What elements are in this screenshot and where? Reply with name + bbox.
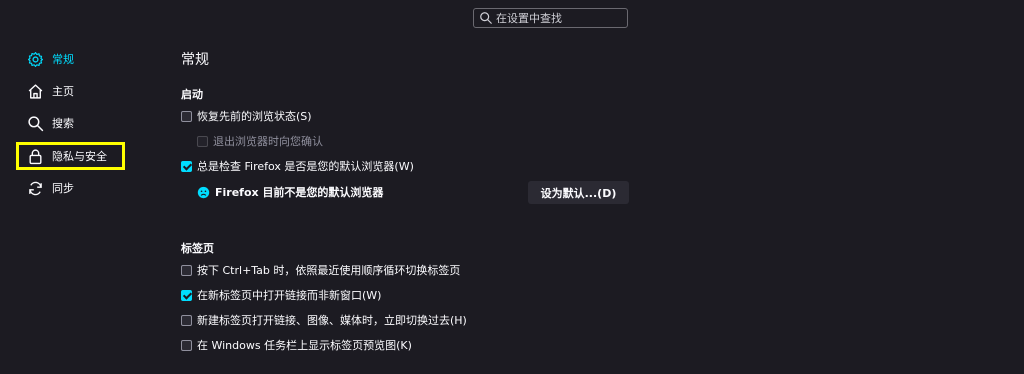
- search-input[interactable]: [493, 11, 627, 25]
- tabs-heading: 标签页: [181, 242, 214, 255]
- warn-on-quit-checkbox[interactable]: [197, 135, 208, 147]
- switch-to-new-tab-option[interactable]: 新建标签页打开链接、图像、媒体时，立即切换过去(H): [181, 312, 467, 328]
- taskbar-previews-checkbox[interactable]: [181, 339, 192, 351]
- search-icon: [480, 12, 492, 24]
- sync-icon: [29, 181, 42, 195]
- gear-icon: [28, 51, 43, 67]
- taskbar-previews-option[interactable]: 在 Windows 任务栏上显示标签页预览图(K): [181, 337, 412, 353]
- startup-heading: 启动: [181, 88, 203, 101]
- warning-face-icon: [197, 186, 210, 198]
- sidebar-item-label: 常规: [52, 53, 74, 66]
- sidebar-item-search[interactable]: 搜索: [27, 112, 74, 134]
- not-default-text: Firefox 目前不是您的默认浏览器: [215, 186, 384, 199]
- warn-on-quit-option[interactable]: 退出浏览器时向您确认: [197, 133, 323, 149]
- home-icon: [28, 83, 43, 99]
- settings-page: 常规 主页 搜索 隐私与安全: [0, 0, 1024, 374]
- default-browser-status: Firefox 目前不是您的默认浏览器: [197, 184, 383, 200]
- sidebar-item-general[interactable]: 常规: [27, 48, 74, 70]
- ctrl-tab-label: 按下 Ctrl+Tab 时，依照最近使用顺序循环切换标签页: [197, 264, 461, 277]
- switch-to-new-tab-label: 新建标签页打开链接、图像、媒体时，立即切换过去(H): [197, 314, 467, 327]
- restore-session-checkbox[interactable]: [181, 110, 192, 122]
- check-default-label: 总是检查 Firefox 是否是您的默认浏览器(W): [197, 160, 414, 173]
- taskbar-previews-label: 在 Windows 任务栏上显示标签页预览图(K): [197, 339, 412, 352]
- ctrl-tab-checkbox[interactable]: [181, 264, 192, 276]
- restore-session-label: 恢复先前的浏览状态(S): [197, 110, 312, 123]
- check-default-option[interactable]: 总是检查 Firefox 是否是您的默认浏览器(W): [181, 158, 414, 174]
- settings-search[interactable]: [473, 8, 628, 28]
- switch-to-new-tab-checkbox[interactable]: [181, 314, 192, 326]
- sidebar-item-label: 搜索: [52, 117, 74, 130]
- sidebar-item-label: 主页: [52, 85, 74, 98]
- restore-session-option[interactable]: 恢复先前的浏览状态(S): [181, 108, 312, 124]
- ctrl-tab-option[interactable]: 按下 Ctrl+Tab 时，依照最近使用顺序循环切换标签页: [181, 262, 460, 278]
- warn-on-quit-label: 退出浏览器时向您确认: [213, 135, 323, 148]
- open-links-in-tabs-checkbox[interactable]: [181, 289, 192, 301]
- check-default-checkbox[interactable]: [181, 160, 192, 172]
- sidebar-item-sync[interactable]: 同步: [27, 177, 74, 199]
- sidebar-item-label: 同步: [52, 182, 74, 195]
- highlight-box: [16, 142, 125, 170]
- search-icon: [28, 115, 44, 131]
- open-links-in-tabs-option[interactable]: 在新标签页中打开链接而非新窗口(W): [181, 287, 381, 303]
- sidebar-item-home[interactable]: 主页: [27, 80, 74, 102]
- open-links-in-tabs-label: 在新标签页中打开链接而非新窗口(W): [197, 289, 382, 302]
- set-default-button[interactable]: 设为默认...(D): [528, 181, 629, 204]
- page-title: 常规: [181, 52, 209, 68]
